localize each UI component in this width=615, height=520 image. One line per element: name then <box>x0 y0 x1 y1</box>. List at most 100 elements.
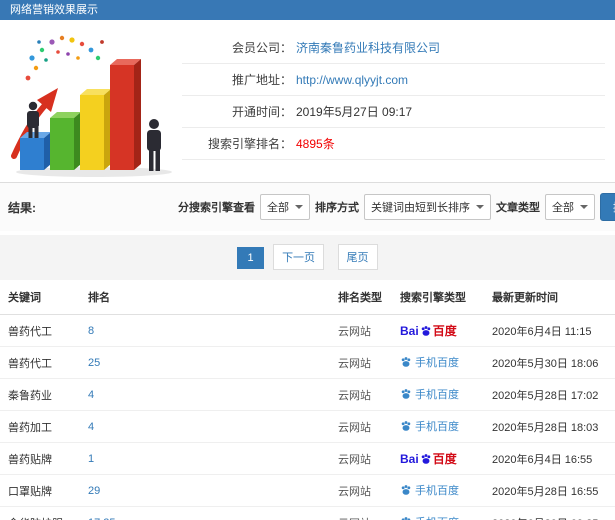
update-time-cell: 2020年5月28日 17:02 <box>484 378 615 411</box>
engine-cell: 手机百度 <box>392 378 484 411</box>
last-page-button[interactable]: 尾页 <box>337 244 378 270</box>
rank-link[interactable]: 4 <box>80 378 330 411</box>
sort-label: 排序方式 <box>315 202 359 214</box>
update-time-cell: 2020年6月4日 16:55 <box>484 442 615 475</box>
mobile-baidu-icon: 手机百度 <box>400 482 459 498</box>
table-row: 口罩贴牌 29 云网站 手机百度 2020年5月28日 16:55 <box>0 474 615 507</box>
update-time-cell: 2020年5月28日 18:03 <box>484 410 615 443</box>
paw-icon <box>401 357 411 367</box>
info-field-label: 开通时间： <box>231 105 292 119</box>
keyword-cell: 金华防护服 <box>0 506 80 520</box>
mobile-baidu-icon: 手机百度 <box>400 354 459 370</box>
page-number-current[interactable]: 1 <box>237 247 264 269</box>
engine-cell: Bai 百度 <box>392 314 484 347</box>
rank-type-cell: 云网站 <box>330 442 392 475</box>
chevron-down-icon <box>476 205 484 209</box>
baidu-logo-icon: Bai 百度 <box>400 451 457 467</box>
info-field-value[interactable]: http://www.qlyyjt.com <box>296 73 408 87</box>
table-row: 金华防护服17,25云网站手机百度 2020年6月20日 09:25 <box>0 506 615 520</box>
keyword-cell: 口罩贴牌 <box>0 474 80 507</box>
chevron-down-icon <box>580 205 588 209</box>
mobile-baidu-icon: 手机百度 <box>400 418 459 434</box>
engine-cell: 手机百度 <box>392 506 484 520</box>
engine-cell: 手机百度 <box>392 410 484 443</box>
table-row: 秦鲁药业 4 云网站 手机百度 2020年5月28日 17:02 <box>0 378 615 411</box>
column-header: 排名类型 <box>330 280 392 315</box>
info-field-label: 搜索引擎排名： <box>207 137 292 151</box>
chevron-down-icon <box>295 205 303 209</box>
table-header-row: 关键词 排名 排名类型 搜索引擎类型 最新更新时间 <box>0 280 615 315</box>
next-page-button[interactable]: 下一页 <box>273 244 325 270</box>
info-field-row: 会员公司： 济南秦鲁药业科技有限公司 <box>182 32 605 64</box>
article-type-value: 全部 <box>552 202 574 214</box>
rank-link[interactable]: 1 <box>80 442 330 475</box>
result-label: 结果: <box>8 200 36 215</box>
update-time-cell: 2020年5月30日 18:06 <box>484 346 615 379</box>
paw-icon <box>401 389 411 399</box>
info-field-label: 会员公司： <box>231 41 292 55</box>
paw-icon <box>401 485 411 495</box>
rank-type-cell: 云网站 <box>330 346 392 379</box>
info-field-row: 推广地址： http://www.qlyyjt.com <box>182 64 605 96</box>
column-header: 搜索引擎类型 <box>392 280 484 315</box>
paw-icon <box>421 325 430 336</box>
engine-filter-select[interactable]: 全部 <box>260 194 310 220</box>
table-row: 兽药代工 8 云网站 Bai 百度 2020年6月4日 11:15 <box>0 314 615 347</box>
column-header: 关键词 <box>0 280 80 315</box>
rank-link[interactable]: 25 <box>80 346 330 379</box>
paw-icon <box>401 517 411 520</box>
page: 网络营销效果展示 会员公司： 济南秦鲁药业科技有限公司 推广地址： http:/… <box>0 0 615 520</box>
rank-type-cell: 云网站 <box>330 410 392 443</box>
update-time-cell: 2020年6月20日 09:25 <box>484 506 615 520</box>
info-field-value: 2019年5月27日 09:17 <box>296 105 413 119</box>
keyword-cell: 兽药代工 <box>0 314 80 347</box>
keyword-cell: 兽药贴牌 <box>0 442 80 475</box>
info-field-value[interactable]: 济南秦鲁药业科技有限公司 <box>296 39 440 56</box>
filter-controls: 分搜索引擎查看 全部 排序方式 关键词由短到长排序 文章类型 全部 提交 <box>178 193 615 221</box>
submit-button[interactable]: 提交 <box>600 193 615 221</box>
rank-link[interactable]: 29 <box>80 474 330 507</box>
info-field-row: 开通时间： 2019年5月27日 09:17 <box>182 96 605 128</box>
chart-illustration <box>6 30 176 178</box>
rank-link[interactable]: 8 <box>80 314 330 347</box>
engine-filter-value: 全部 <box>267 202 289 214</box>
keyword-cell: 兽药加工 <box>0 410 80 443</box>
keyword-cell: 兽药代工 <box>0 346 80 379</box>
sort-select[interactable]: 关键词由短到长排序 <box>364 194 491 220</box>
update-time-cell: 2020年6月4日 11:15 <box>484 314 615 347</box>
update-time-cell: 2020年5月28日 16:55 <box>484 474 615 507</box>
rank-type-cell: 云网站 <box>330 474 392 507</box>
rank-link[interactable]: 17,25 <box>80 506 330 520</box>
info-panel: 会员公司： 济南秦鲁药业科技有限公司推广地址： http://www.qlyyjt.… <box>0 20 615 182</box>
column-header: 排名 <box>80 280 330 315</box>
engine-cell: 手机百度 <box>392 346 484 379</box>
table-row: 兽药贴牌 1 云网站 Bai 百度 2020年6月4日 16:55 <box>0 442 615 475</box>
keyword-cell: 秦鲁药业 <box>0 378 80 411</box>
results-table: 关键词 排名 排名类型 搜索引擎类型 最新更新时间 兽药代工 8 云网站 Bai 百度 2020年… <box>0 280 615 520</box>
results-table-body: 兽药代工 8 云网站 Bai 百度 2020年6月4日 11:15 兽药代工 25 云网站 手机百… <box>0 314 615 520</box>
info-fields: 会员公司： 济南秦鲁药业科技有限公司推广地址： http://www.qlyyjt.… <box>182 30 605 178</box>
bar-chart-clipart <box>11 35 172 177</box>
sort-value: 关键词由短到长排序 <box>371 202 470 214</box>
engine-filter-label: 分搜索引擎查看 <box>178 202 255 214</box>
info-field-row: 搜索引擎排名： 4895条 <box>182 128 605 160</box>
article-type-label: 文章类型 <box>496 202 540 214</box>
engine-cell: 手机百度 <box>392 474 484 507</box>
rank-type-cell: 云网站 <box>330 378 392 411</box>
paw-icon <box>421 453 430 464</box>
mobile-baidu-icon: 手机百度 <box>400 514 459 520</box>
baidu-logo-icon: Bai 百度 <box>400 323 457 339</box>
info-field-label: 推广地址： <box>231 73 292 87</box>
table-row: 兽药代工 25 云网站 手机百度 2020年5月30日 18:06 <box>0 346 615 379</box>
table-row: 兽药加工 4 云网站 手机百度 2020年5月28日 18:03 <box>0 410 615 443</box>
rank-type-cell: 云网站 <box>330 506 392 520</box>
info-field-value: 4895条 <box>296 137 335 151</box>
rank-link[interactable]: 4 <box>80 410 330 443</box>
rank-type-cell: 云网站 <box>330 314 392 347</box>
title-bar: 网络营销效果展示 <box>0 0 615 20</box>
pagination: 1 下一页 尾页 <box>0 235 615 280</box>
businessman-right <box>147 119 161 171</box>
confetti-dots <box>25 35 104 81</box>
engine-cell: Bai 百度 <box>392 442 484 475</box>
article-type-select[interactable]: 全部 <box>545 194 595 220</box>
